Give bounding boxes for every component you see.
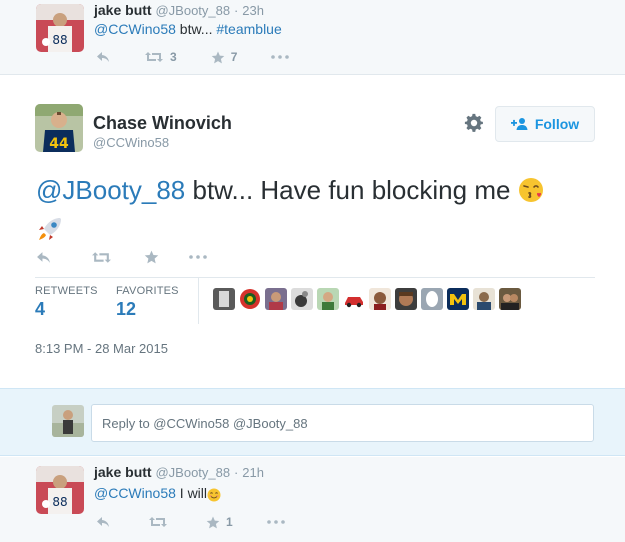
reply-input[interactable]: Reply to @CCWino58 @JBooty_88 xyxy=(91,404,594,442)
reply-icon xyxy=(97,517,109,527)
gear-icon[interactable] xyxy=(464,113,484,133)
follow-label: Follow xyxy=(534,116,580,132)
retweet-icon xyxy=(149,517,167,527)
tweet-reply: 88 jake butt @JBooty_88 · 21h @CCWino58 … xyxy=(0,457,625,542)
tweet-top: 88 jake butt @JBooty_88 · 23h @CCWino58 … xyxy=(0,0,625,75)
favorite-count: 1 xyxy=(226,515,233,529)
mention-link[interactable]: @CCWino58 xyxy=(94,485,176,501)
avatar[interactable] xyxy=(343,288,365,310)
author-handle[interactable]: @JBooty_88 xyxy=(155,3,230,18)
avatar[interactable] xyxy=(447,288,469,310)
tweet-text-body: btw... Have fun blocking me xyxy=(185,175,518,205)
more-icon xyxy=(266,520,285,524)
avatar[interactable] xyxy=(421,288,443,310)
tweet-actions: 3 7 xyxy=(96,50,323,64)
divider xyxy=(35,277,595,278)
svg-text:88: 88 xyxy=(52,33,67,47)
avatar[interactable] xyxy=(291,288,313,310)
avatar[interactable]: 88 xyxy=(36,466,84,514)
favorites-label[interactable]: FAVORITES xyxy=(116,285,179,297)
reply-button[interactable] xyxy=(96,516,110,528)
tweet-time[interactable]: 23h xyxy=(242,3,264,18)
tweet-text: @CCWino58 I will xyxy=(94,485,221,505)
avatar[interactable] xyxy=(239,288,261,310)
tweet-text-body: btw... xyxy=(175,21,217,37)
star-icon xyxy=(206,516,220,528)
avatar[interactable] xyxy=(473,288,495,310)
retweet-count: 3 xyxy=(170,50,177,64)
author-handle[interactable]: @JBooty_88 xyxy=(155,465,230,480)
add-user-icon xyxy=(510,118,528,130)
retweet-button[interactable]: 3 xyxy=(144,50,177,64)
avatar[interactable] xyxy=(499,288,521,310)
tweet-text: @JBooty_88 btw... Have fun blocking me xyxy=(36,172,596,252)
retweet-icon xyxy=(145,52,163,62)
rocket-emoji-icon xyxy=(36,215,64,252)
star-icon xyxy=(211,51,224,63)
separator-dot: · xyxy=(234,465,239,480)
tweet-actions xyxy=(36,250,241,264)
author-handle[interactable]: @CCWino58 xyxy=(93,135,169,150)
hashtag-link[interactable]: #teamblue xyxy=(216,21,281,37)
author-name[interactable]: Chase Winovich xyxy=(93,113,232,134)
avatar[interactable] xyxy=(317,288,339,310)
retweets-count[interactable]: 4 xyxy=(35,299,45,320)
retweet-button[interactable] xyxy=(148,516,168,528)
author-name[interactable]: jake butt xyxy=(94,464,152,480)
favorite-button[interactable]: 7 xyxy=(211,50,238,64)
favorite-button[interactable]: 1 xyxy=(206,515,233,529)
favorite-button[interactable] xyxy=(144,250,159,264)
retweet-icon xyxy=(92,251,111,263)
svg-text:44: 44 xyxy=(49,136,69,152)
retweets-label[interactable]: RETWEETS xyxy=(35,285,98,297)
favorites-count[interactable]: 12 xyxy=(116,299,136,320)
divider xyxy=(198,278,199,324)
tweet-actions: 1 xyxy=(96,515,319,529)
tweet-text-body: I will xyxy=(175,485,208,501)
tweet-timestamp[interactable]: 8:13 PM - 28 Mar 2015 xyxy=(35,341,168,356)
more-icon xyxy=(271,55,290,59)
avatar[interactable] xyxy=(265,288,287,310)
avatar[interactable]: 88 xyxy=(36,4,84,52)
reply-button[interactable] xyxy=(36,251,51,264)
avatar[interactable] xyxy=(369,288,391,310)
tweet-text: @CCWino58 btw... #teamblue xyxy=(94,21,282,37)
retweet-button[interactable] xyxy=(91,251,112,264)
mention-link[interactable]: @CCWino58 xyxy=(94,21,176,37)
more-icon xyxy=(189,255,207,259)
star-icon xyxy=(144,250,159,264)
author-name[interactable]: jake butt xyxy=(94,2,152,18)
reply-icon xyxy=(97,52,109,62)
reply-icon xyxy=(37,251,50,263)
more-button[interactable] xyxy=(189,255,207,259)
favorite-count: 7 xyxy=(230,50,238,64)
separator-dot: · xyxy=(234,3,239,18)
avatar[interactable]: 44 xyxy=(35,104,83,152)
more-button[interactable] xyxy=(271,55,290,59)
reply-box: Reply to @CCWino58 @JBooty_88 xyxy=(0,388,625,456)
favoriters-list xyxy=(213,288,525,310)
more-button[interactable] xyxy=(266,520,285,524)
smile-emoji-icon xyxy=(207,488,221,505)
tweet-author[interactable]: jake butt @JBooty_88 · 23h xyxy=(94,2,264,18)
tweet-author[interactable]: jake butt @JBooty_88 · 21h xyxy=(94,464,264,480)
follow-button[interactable]: Follow xyxy=(495,106,595,142)
kiss-emoji-icon xyxy=(518,176,544,212)
avatar[interactable] xyxy=(213,288,235,310)
avatar xyxy=(52,405,84,437)
mention-link[interactable]: @JBooty_88 xyxy=(36,175,185,205)
avatar[interactable] xyxy=(395,288,417,310)
svg-text:88: 88 xyxy=(52,495,67,509)
tweet-time[interactable]: 21h xyxy=(242,465,264,480)
reply-button[interactable] xyxy=(96,51,110,63)
